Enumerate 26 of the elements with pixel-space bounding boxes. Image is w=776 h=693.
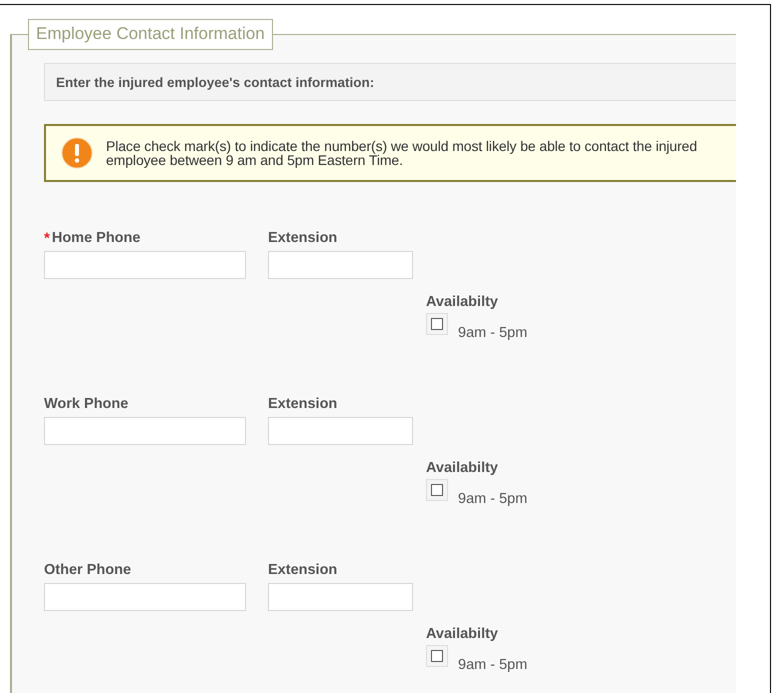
phone-field[interactable] — [44, 251, 246, 279]
required-mark: * — [44, 230, 50, 246]
field-label: Other Phone — [44, 562, 132, 578]
checkbox[interactable] — [426, 645, 448, 667]
notice-text: Place check mark(s) to indicate the number(s) we would most likely be able to contact the injured employee between 9 am and 5pm Eastern Time. — [106, 139, 698, 167]
checkbox[interactable] — [426, 479, 448, 501]
field-label: Extension — [268, 396, 338, 412]
extension-field[interactable] — [268, 417, 413, 445]
phone-field[interactable] — [44, 583, 246, 611]
field-label: Work Phone — [44, 396, 128, 412]
option-label: 9am - 5pm — [458, 657, 528, 673]
extension-field[interactable] — [268, 583, 413, 611]
extension-field[interactable] — [268, 251, 413, 279]
option-label: 9am - 5pm — [458, 325, 528, 341]
field-label: Home Phone — [52, 230, 140, 246]
instruction-text: Enter the injured employee's contact information: — [56, 74, 374, 90]
section-legend: Employee Contact Information — [28, 19, 273, 50]
field-label: Extension — [268, 230, 338, 246]
field-label: Availabilty — [426, 294, 499, 310]
phone-field[interactable] — [44, 417, 246, 445]
checkbox[interactable] — [426, 313, 448, 335]
option-label: 9am - 5pm — [458, 491, 528, 507]
field-label: Availabilty — [426, 460, 499, 476]
field-label: Extension — [268, 562, 338, 578]
field-label: Availabilty — [426, 626, 499, 642]
warning-icon — [61, 137, 93, 169]
